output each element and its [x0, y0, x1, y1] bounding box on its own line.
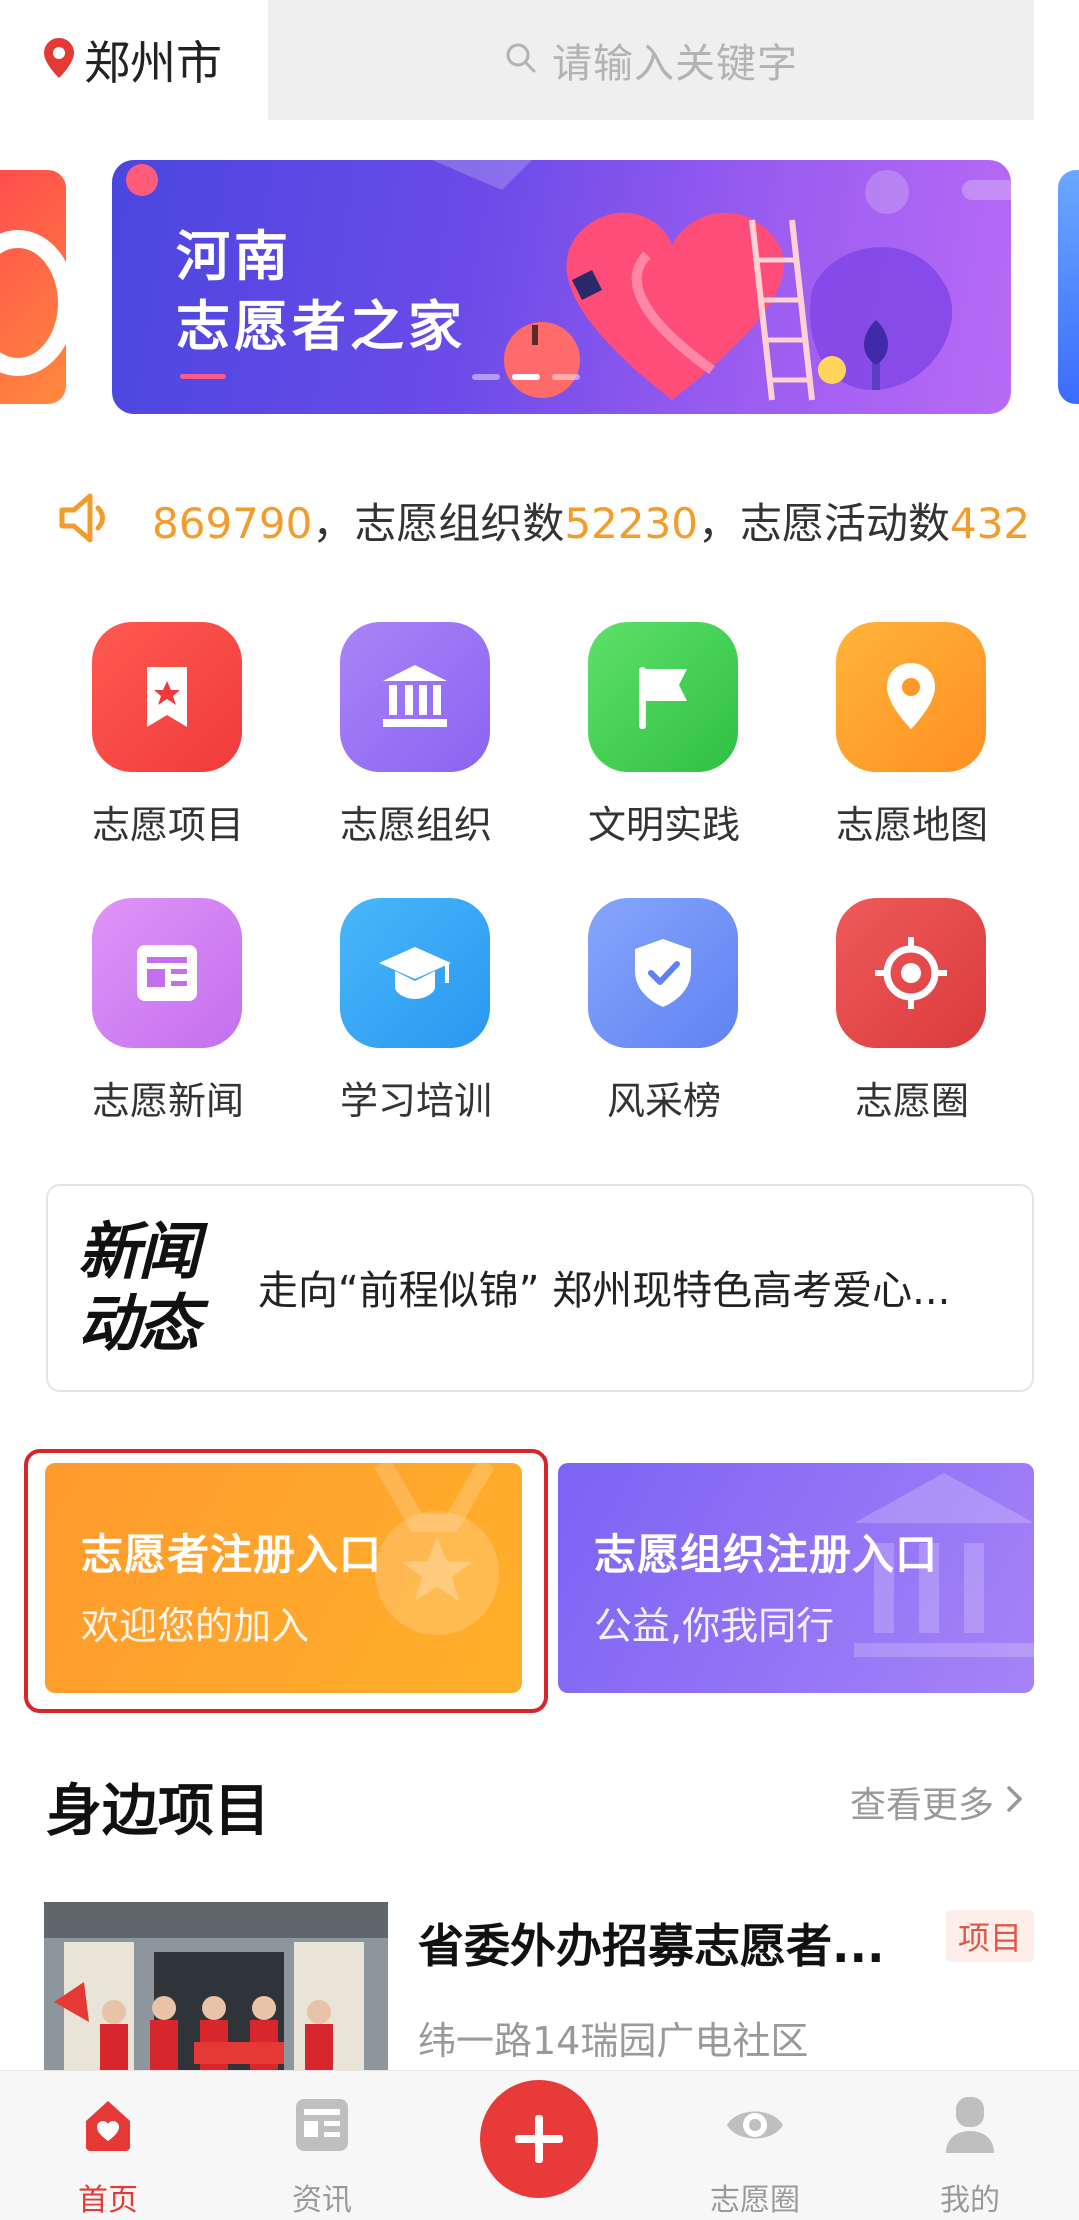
tab-home[interactable]: 首页 — [28, 2071, 188, 2220]
building-icon — [340, 622, 490, 772]
grid-item-label: 志愿组织 — [339, 803, 492, 847]
grid-item-label: 志愿项目 — [91, 803, 244, 847]
view-more-link[interactable]: 查看更多 — [850, 1776, 1026, 1828]
plus-icon — [515, 2115, 563, 2163]
grid-item-volunteer-projects[interactable]: 志愿项目 — [48, 618, 248, 858]
chevron-right-icon — [994, 1782, 1026, 1823]
tab-volunteer-circle[interactable]: 志愿圈 — [675, 2071, 835, 2220]
ticker-activity-count: 432 — [949, 498, 1031, 548]
shield-check-icon — [588, 898, 738, 1048]
news-icon — [296, 2099, 348, 2151]
ticker-sep: ，志愿活动数 — [697, 498, 950, 548]
top-bar: 郑州市 请输入关键字 — [0, 0, 1079, 120]
grid-item-volunteer-map[interactable]: 志愿地图 — [792, 618, 992, 858]
section-title: 身边项目 — [46, 1779, 270, 1844]
create-button[interactable] — [480, 2080, 598, 2198]
user-icon — [946, 2097, 994, 2153]
tab-label: 首页 — [78, 2183, 138, 2218]
ticker-volunteer-count: 869790 — [152, 498, 313, 548]
grid-item-label: 志愿圈 — [854, 1079, 969, 1123]
grid-item-volunteer-orgs[interactable]: 志愿组织 — [296, 618, 496, 858]
view-more-label: 查看更多 — [850, 1785, 995, 1826]
eye-icon — [727, 2111, 783, 2139]
news-logo-line2: 动态 — [78, 1287, 200, 1360]
city-selector[interactable]: 郑州市 — [42, 30, 222, 90]
ticker-sep: ，志愿组织数 — [312, 498, 565, 548]
carousel-dot — [472, 374, 500, 380]
grid-item-learning-training[interactable]: 学习培训 — [296, 894, 496, 1134]
banner-accent-line — [180, 374, 226, 379]
news-logo-line1: 新闻 — [78, 1215, 200, 1288]
home-icon — [86, 2101, 130, 2151]
banner-next-peek[interactable] — [1058, 170, 1079, 404]
grid-item-honor-board[interactable]: 风采榜 — [544, 894, 744, 1134]
organization-register-subtitle: 公益,你我同行 — [594, 1604, 835, 1648]
news-logo: 新闻 动态 — [78, 1216, 228, 1360]
project-tag-badge: 项目 — [946, 1910, 1034, 1962]
news-headline[interactable]: 走向“前程似锦” 郑州现特色高考爱心... — [258, 1258, 1018, 1316]
news-card[interactable]: 新闻 动态 走向“前程似锦” 郑州现特色高考爱心... — [46, 1184, 1034, 1392]
grid-item-label: 志愿新闻 — [91, 1079, 244, 1123]
organization-register-title: 志愿组织注册入口 — [594, 1530, 939, 1579]
tab-label: 我的 — [940, 2183, 1000, 2218]
carousel-indicator — [472, 374, 580, 380]
banner-title-line1: 河南 — [176, 225, 292, 288]
search-icon — [504, 41, 552, 79]
search-input[interactable]: 请输入关键字 — [268, 0, 1034, 120]
bookmark-star-icon — [92, 622, 242, 772]
banner-slide[interactable]: 河南 志愿者之家 — [112, 160, 1011, 414]
grid-item-volunteer-circle[interactable]: 志愿圈 — [792, 894, 992, 1134]
grid-item-volunteer-news[interactable]: 志愿新闻 — [48, 894, 248, 1134]
grid-item-label: 风采榜 — [606, 1079, 721, 1123]
newspaper-icon — [92, 898, 242, 1048]
flag-icon — [588, 622, 738, 772]
ticker-org-count: 52230 — [564, 498, 698, 548]
graduation-cap-icon — [340, 898, 490, 1048]
project-address: 纬一路14瑞园广电社区 — [418, 2019, 809, 2063]
carousel-dot — [552, 374, 580, 380]
stats-ticker: 869790，志愿组织数52230，志愿活动数432 — [56, 480, 1036, 560]
banner-prev-peek[interactable] — [0, 170, 66, 404]
tab-mine[interactable]: 我的 — [890, 2071, 1050, 2220]
grid-item-civilization-practice[interactable]: 文明实践 — [544, 618, 744, 858]
map-pin-icon — [836, 622, 986, 772]
grid-item-label: 学习培训 — [339, 1079, 492, 1123]
target-icon — [836, 898, 986, 1048]
search-placeholder: 请输入关键字 — [552, 41, 798, 87]
location-pin-icon — [42, 37, 84, 83]
volunteer-register-subtitle: 欢迎您的加入 — [81, 1604, 310, 1648]
tab-label: 资讯 — [292, 2183, 352, 2218]
grid-item-label: 文明实践 — [587, 803, 740, 847]
banner-title-line2: 志愿者之家 — [176, 295, 466, 358]
project-thumbnail[interactable] — [44, 1902, 388, 2070]
tab-news[interactable]: 资讯 — [242, 2071, 402, 2220]
volunteer-register-title: 志愿者注册入口 — [81, 1530, 383, 1579]
organization-register-card[interactable]: 志愿组织注册入口 公益,你我同行 — [558, 1463, 1034, 1693]
tab-label: 志愿圈 — [710, 2183, 800, 2218]
ticker-text: 869790，志愿组织数52230，志愿活动数432 — [152, 490, 1030, 551]
project-title[interactable]: 省委外办招募志愿者... — [418, 1910, 884, 1976]
grid-item-label: 志愿地图 — [835, 803, 988, 847]
city-name: 郑州市 — [84, 36, 222, 90]
carousel-dot-active — [512, 374, 540, 380]
volunteer-register-card[interactable]: 志愿者注册入口 欢迎您的加入 — [45, 1463, 522, 1693]
speaker-icon — [56, 488, 152, 552]
